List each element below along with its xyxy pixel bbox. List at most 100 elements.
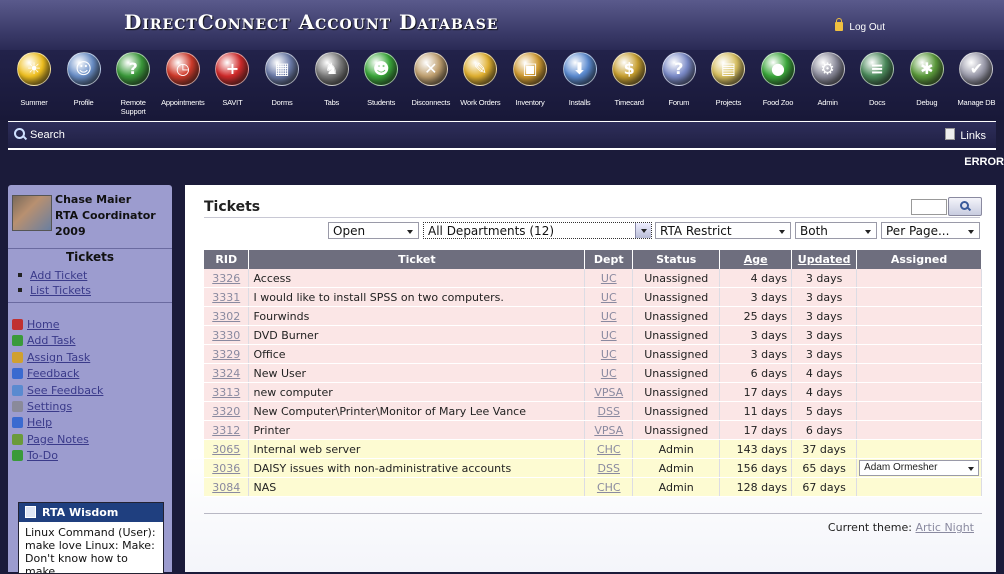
nav-item-docs[interactable]: ≡ Docs bbox=[852, 52, 902, 118]
nav-item-inventory[interactable]: ▣ Inventory bbox=[505, 52, 555, 118]
nav-item-timecard[interactable]: $ Timecard bbox=[604, 52, 654, 118]
table-row[interactable]: 3312 Printer VPSA Unassigned 17 days 6 days bbox=[204, 420, 982, 440]
column-header-assigned: Assigned bbox=[856, 250, 982, 269]
nav-item-debug[interactable]: ✱ Debug bbox=[902, 52, 952, 118]
department-link[interactable]: UC bbox=[584, 363, 634, 383]
sidebar-link-see-feedback[interactable]: See Feedback bbox=[12, 384, 103, 397]
table-row[interactable]: 3331 I would like to install SPSS on two … bbox=[204, 287, 982, 307]
sidebar-link-feedback[interactable]: Feedback bbox=[12, 367, 79, 380]
bullet-icon bbox=[18, 273, 22, 277]
theme-link[interactable]: Artic Night bbox=[915, 521, 974, 534]
links-link[interactable]: Links bbox=[945, 128, 986, 142]
nav-item-work-orders[interactable]: ✎ Work Orders bbox=[455, 52, 505, 118]
logout-link[interactable]: Log Out bbox=[835, 18, 885, 33]
ticket-id-link[interactable]: 3084 bbox=[204, 477, 250, 497]
assignee-select[interactable]: Adam Ormesher bbox=[859, 460, 979, 476]
ticket-status: Unassigned bbox=[632, 287, 721, 307]
department-filter-select[interactable]: All Departments (12) bbox=[423, 222, 652, 239]
nav-item-projects[interactable]: ▤ Projects bbox=[703, 52, 753, 118]
nav-item-summer[interactable]: ☀ Summer bbox=[9, 52, 59, 118]
table-row[interactable]: 3320 New Computer\Printer\Monitor of Mary… bbox=[204, 401, 982, 421]
department-link[interactable]: CHC bbox=[584, 477, 634, 497]
table-row[interactable]: 3329 Office UC Unassigned 3 days 3 days bbox=[204, 344, 982, 364]
sidebar-link-label: Page Notes bbox=[27, 432, 89, 446]
department-link[interactable]: UC bbox=[584, 287, 634, 307]
scope-filter-select[interactable]: Both bbox=[795, 222, 877, 239]
search-link[interactable]: Search bbox=[14, 128, 65, 141]
nav-item-dorms[interactable]: ▦ Dorms bbox=[257, 52, 307, 118]
sidebar-link-home[interactable]: Home bbox=[12, 318, 59, 331]
department-link[interactable]: DSS bbox=[584, 458, 634, 478]
ticket-id-link[interactable]: 3302 bbox=[204, 306, 250, 326]
department-link[interactable]: VPSA bbox=[584, 382, 634, 402]
ticket-id-link[interactable]: 3036 bbox=[204, 458, 250, 478]
user-profile: Chase Maier RTA Coordinator 2009 bbox=[12, 193, 168, 245]
nav-item-forum[interactable]: ? Forum bbox=[654, 52, 704, 118]
department-link[interactable]: CHC bbox=[584, 439, 634, 459]
nav-item-students[interactable]: ☻ Students bbox=[356, 52, 406, 118]
sidebar-link-to-do[interactable]: To-Do bbox=[12, 449, 58, 462]
table-row[interactable]: 3313 new computer VPSA Unassigned 17 days 4 d… bbox=[204, 382, 982, 402]
nav-item-food-zoo[interactable]: ● Food Zoo bbox=[753, 52, 803, 118]
sidebar-link-help[interactable]: Help bbox=[12, 416, 52, 429]
ticket-status: Unassigned bbox=[632, 420, 721, 440]
sidebar-link-settings[interactable]: Settings bbox=[12, 400, 72, 413]
sidebar-link-assign-task[interactable]: Assign Task bbox=[12, 351, 90, 364]
table-row[interactable]: 3324 New User UC Unassigned 6 days 4 days bbox=[204, 363, 982, 383]
nav-label: Appointments bbox=[161, 98, 205, 107]
sidebar: Chase Maier RTA Coordinator 2009 Tickets… bbox=[8, 185, 172, 574]
per-page-select[interactable]: Per Page... bbox=[881, 222, 980, 239]
column-header-age[interactable]: Age bbox=[719, 250, 793, 269]
table-row[interactable]: 3084 NAS CHC Admin 128 days 67 days bbox=[204, 477, 982, 497]
nav-item-tabs[interactable]: ♞ Tabs bbox=[307, 52, 357, 118]
ticket-id-link[interactable]: 3320 bbox=[204, 401, 250, 421]
nav-item-remote-support[interactable]: ? Remote Support bbox=[108, 52, 158, 118]
table-row[interactable]: 3326 Access UC Unassigned 4 days 3 days bbox=[204, 269, 982, 288]
ticket-updated: 3 days bbox=[791, 344, 858, 364]
title-divider bbox=[204, 217, 980, 218]
nav-label: Inventory bbox=[515, 98, 545, 107]
ticket-id-link[interactable]: 3312 bbox=[204, 420, 250, 440]
nav-item-installs[interactable]: ⬇ Installs bbox=[555, 52, 605, 118]
table-row[interactable]: 3065 Internal web server CHC Admin 143 days 3… bbox=[204, 439, 982, 459]
ticket-id-link[interactable]: 3329 bbox=[204, 344, 250, 364]
department-link[interactable]: DSS bbox=[584, 401, 634, 421]
install-package-icon: ⬇ bbox=[562, 52, 597, 86]
ticket-id-link[interactable]: 3330 bbox=[204, 325, 250, 345]
table-row[interactable]: 3036 DAISY issues with non-administrative… bbox=[204, 458, 982, 478]
nav-item-disconnects[interactable]: ✕ Disconnects bbox=[406, 52, 456, 118]
column-header-updated[interactable]: Updated bbox=[791, 250, 858, 269]
ticket-id-link[interactable]: 3324 bbox=[204, 363, 250, 383]
profile-card-icon: ☺ bbox=[66, 52, 101, 86]
department-link[interactable]: UC bbox=[584, 269, 634, 288]
nav-item-profile[interactable]: ☺ Profile bbox=[59, 52, 109, 118]
ticket-id-link[interactable]: 3326 bbox=[204, 269, 250, 288]
sidebar-link-page-notes[interactable]: Page Notes bbox=[12, 433, 89, 446]
department-link[interactable]: UC bbox=[584, 325, 634, 345]
department-link[interactable]: UC bbox=[584, 344, 634, 364]
ticket-title: DAISY issues with non-administrative acc… bbox=[248, 458, 586, 478]
nav-item-appointments[interactable]: ◷ Appointments bbox=[158, 52, 208, 118]
ticket-id-link[interactable]: 3065 bbox=[204, 439, 250, 459]
chevron-down-icon bbox=[641, 229, 647, 233]
table-row[interactable]: 3330 DVD Burner UC Unassigned 3 days 3 days bbox=[204, 325, 982, 345]
department-link[interactable]: VPSA bbox=[584, 420, 634, 440]
ticket-id-link[interactable]: 3331 bbox=[204, 287, 250, 307]
restrict-filter-select[interactable]: RTA Restrict bbox=[655, 222, 791, 239]
nav-item-manage-db[interactable]: ✔ Manage DB bbox=[951, 52, 1001, 118]
people-icon bbox=[12, 351, 23, 363]
table-row[interactable]: 3302 Fourwinds UC Unassigned 25 days 3 days bbox=[204, 306, 982, 326]
status-filter-select[interactable]: Open bbox=[328, 222, 419, 239]
sidebar-add-ticket[interactable]: Add Ticket bbox=[18, 269, 87, 282]
sidebar-link-label: Feedback bbox=[27, 367, 80, 381]
nav-item-savit[interactable]: + SAVIT bbox=[207, 52, 257, 118]
sidebar-link-add-task[interactable]: Add Task bbox=[12, 334, 76, 347]
logout-label: Log Out bbox=[849, 22, 885, 33]
column-header-rid: RID bbox=[204, 250, 250, 269]
ticket-id-link[interactable]: 3313 bbox=[204, 382, 250, 402]
nav-item-admin[interactable]: ⚙ Admin bbox=[803, 52, 853, 118]
department-link[interactable]: UC bbox=[584, 306, 634, 326]
sidebar-list-tickets[interactable]: List Tickets bbox=[18, 284, 91, 297]
quick-search-button[interactable] bbox=[948, 197, 982, 216]
quick-search-input[interactable] bbox=[911, 199, 947, 215]
